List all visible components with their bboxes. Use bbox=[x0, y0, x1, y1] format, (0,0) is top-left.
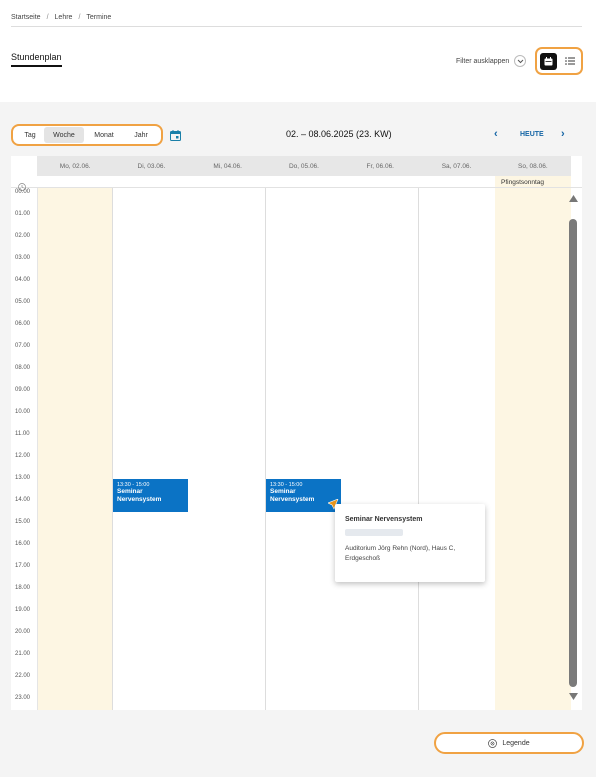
link-icon bbox=[488, 738, 498, 748]
monday-highlight bbox=[37, 188, 113, 710]
breadcrumb: Startseite / Lehre / Termine bbox=[11, 14, 111, 21]
hour-label: 07.00 bbox=[15, 343, 31, 349]
popup-redacted-line bbox=[345, 529, 403, 536]
calendar-scrollbar[interactable] bbox=[568, 195, 579, 707]
day-header-do: Do, 05.06. bbox=[288, 162, 319, 170]
hour-label: 06.00 bbox=[15, 321, 31, 327]
holiday-label: Pfingstsonntag bbox=[501, 179, 545, 186]
day-header-mo: Mo, 02.06. bbox=[59, 162, 91, 170]
hour-label: 05.00 bbox=[15, 299, 31, 305]
hour-label: 20.00 bbox=[15, 629, 31, 635]
day-header-sa: Sa, 07.06. bbox=[441, 162, 472, 170]
column-divider bbox=[112, 188, 113, 710]
column-divider bbox=[265, 188, 266, 710]
hour-label: 10.00 bbox=[15, 409, 31, 415]
hour-label: 16.00 bbox=[15, 541, 31, 547]
hour-label: 17.00 bbox=[15, 563, 31, 569]
tab-jahr[interactable]: Jahr bbox=[124, 127, 158, 143]
hour-label: 03.00 bbox=[15, 255, 31, 261]
holiday-highlight bbox=[495, 176, 571, 710]
tab-stundenplan[interactable]: Stundenplan bbox=[11, 52, 62, 67]
filter-label: Filter ausklappen bbox=[456, 57, 510, 65]
hour-label: 11.00 bbox=[15, 431, 30, 437]
hour-label: 18.00 bbox=[15, 585, 31, 591]
range-tabs: Tag Woche Monat Jahr bbox=[11, 124, 163, 146]
week-calendar: Mo, 02.06. Di, 03.06. Mi, 04.06. Do, 05.… bbox=[11, 156, 582, 710]
prev-week-button[interactable]: ‹ bbox=[494, 128, 498, 140]
week-label: 02. – 08.06.2025 (23. KW) bbox=[286, 129, 392, 139]
breadcrumb-separator: / bbox=[78, 14, 81, 21]
time-column-divider bbox=[37, 188, 38, 710]
calendar-icon bbox=[544, 56, 553, 65]
day-header-fr: Fr, 06.06. bbox=[366, 162, 394, 170]
event-title: Seminar Nervensystem bbox=[117, 488, 162, 503]
scroll-up-icon[interactable] bbox=[569, 195, 578, 202]
chevron-down-icon bbox=[514, 55, 527, 67]
breadcrumb-lehre[interactable]: Lehre bbox=[55, 14, 73, 21]
next-week-button[interactable]: › bbox=[561, 128, 565, 140]
legend-button[interactable]: Legende bbox=[434, 732, 584, 754]
hour-label: 04.00 bbox=[15, 277, 31, 283]
view-toggle bbox=[535, 47, 583, 75]
scroll-down-icon[interactable] bbox=[569, 693, 578, 700]
hour-label: 13.00 bbox=[15, 475, 31, 481]
hour-label: 21.00 bbox=[15, 651, 31, 657]
hour-label: 15.00 bbox=[15, 519, 31, 525]
list-icon bbox=[564, 57, 575, 65]
today-button[interactable]: HEUTE bbox=[520, 131, 544, 138]
hour-label: 08.00 bbox=[15, 365, 31, 371]
popup-title: Seminar Nervensystem bbox=[345, 516, 423, 523]
hour-label: 23.00 bbox=[15, 695, 31, 701]
hour-label: 01.00 bbox=[15, 211, 31, 217]
popup-location: Auditorium Jörg Rehn (Nord), Haus C, Erd… bbox=[345, 545, 456, 562]
column-divider bbox=[418, 188, 419, 710]
breadcrumb-divider bbox=[11, 26, 582, 27]
hour-label: 14.00 bbox=[15, 497, 31, 503]
hour-label: 19.00 bbox=[15, 607, 31, 613]
event-title: Seminar Nervensystem bbox=[270, 488, 315, 503]
hour-label: 22.00 bbox=[15, 673, 31, 679]
hour-label: 02.00 bbox=[15, 233, 31, 239]
header-area: Startseite / Lehre / Termine Stundenplan… bbox=[0, 0, 596, 102]
event-block[interactable]: 13:30 - 15:00 Seminar Nervensystem bbox=[113, 479, 188, 512]
day-header: Mo, 02.06. Di, 03.06. Mi, 04.06. Do, 05.… bbox=[37, 156, 571, 176]
hour-label: 09.00 bbox=[15, 387, 31, 393]
filter-toggle[interactable]: Filter ausklappen bbox=[456, 55, 527, 67]
calendar-view-button[interactable] bbox=[540, 52, 557, 70]
day-header-so: So, 08.06. bbox=[518, 162, 548, 170]
list-view-button[interactable] bbox=[561, 53, 578, 70]
scrollbar-thumb[interactable] bbox=[569, 219, 577, 687]
all-day-row bbox=[11, 176, 582, 188]
breadcrumb-termine: Termine bbox=[86, 14, 112, 21]
date-picker-icon[interactable] bbox=[170, 128, 181, 146]
hour-label: 12.00 bbox=[15, 453, 31, 459]
breadcrumb-separator: / bbox=[46, 14, 49, 21]
event-popup: Seminar Nervensystem Auditorium Jörg Reh… bbox=[335, 504, 485, 582]
breadcrumb-home[interactable]: Startseite bbox=[11, 14, 41, 21]
hour-label: 00.00 bbox=[15, 189, 31, 195]
day-header-di: Di, 03.06. bbox=[137, 162, 166, 170]
day-header-mi: Mi, 04.06. bbox=[213, 162, 242, 170]
legend-label: Legende bbox=[502, 739, 530, 747]
tab-woche[interactable]: Woche bbox=[44, 127, 84, 143]
tab-tag[interactable]: Tag bbox=[16, 127, 44, 143]
tab-monat[interactable]: Monat bbox=[84, 127, 124, 143]
